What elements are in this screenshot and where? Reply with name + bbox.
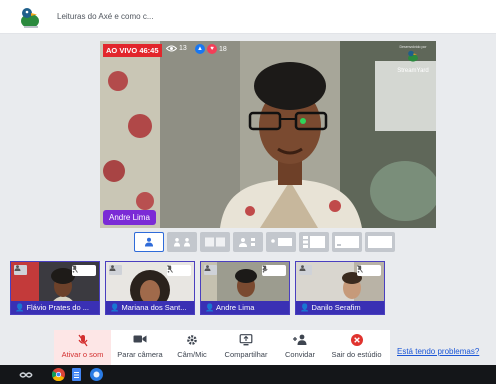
- viewer-count-value: 13: [179, 45, 187, 52]
- close-circle-icon: [350, 334, 363, 346]
- streamyard-logo[interactable]: [18, 6, 44, 30]
- two-people-icon: [174, 238, 190, 247]
- watermark-by: Desenvolvido por: [399, 45, 427, 49]
- participant-tile[interactable]: 👤 Flávio Prates do ...: [10, 261, 100, 315]
- leave-label: Sair do estúdio: [331, 350, 382, 359]
- participant-controls[interactable]: [72, 265, 96, 276]
- more-options-icon[interactable]: [262, 265, 265, 273]
- participant-name: 👤 Andre Lima: [201, 301, 289, 314]
- participant-name: 👤 Flávio Prates do ...: [11, 301, 99, 314]
- participant-controls[interactable]: [167, 265, 191, 276]
- live-timer-badge: AO VIVO 46:45: [103, 44, 162, 57]
- gear-icon: [187, 335, 197, 345]
- streamyard-bird-icon: [408, 50, 418, 62]
- add-to-stage-icon[interactable]: [204, 265, 217, 275]
- os-taskbar: [0, 365, 496, 384]
- watermark-brand: StreamYard: [397, 68, 429, 74]
- stop-camera-label: Parar câmera: [117, 350, 163, 359]
- layout-group-button[interactable]: [167, 232, 197, 252]
- screen-share-icon: [239, 334, 253, 346]
- reaction-count: ▲ ♥ 18: [195, 44, 227, 54]
- cam-mic-label: Câm/Mic: [177, 350, 207, 359]
- layout-side-button[interactable]: [233, 232, 263, 252]
- layout-fullscreen-button[interactable]: [332, 232, 362, 252]
- participant-name: 👤 Danilo Serafim: [296, 301, 384, 314]
- streamyard-watermark: Desenvolvido por StreamYard: [393, 45, 433, 74]
- host-name-tag: Andre Lima: [103, 210, 156, 225]
- invite-label: Convidar: [284, 350, 315, 359]
- more-options-icon[interactable]: [357, 265, 360, 273]
- layout-blank-button[interactable]: [365, 232, 395, 252]
- unmute-button[interactable]: Ativar o som: [54, 330, 111, 365]
- layout-solo-button[interactable]: [134, 232, 164, 252]
- viewer-count: 13: [166, 45, 187, 52]
- trouble-help-link[interactable]: Está tendo problemas?: [397, 347, 479, 356]
- layout-screen-button[interactable]: [266, 232, 296, 252]
- stop-camera-button[interactable]: Parar câmera: [111, 330, 169, 365]
- blank-layout-icon: [368, 236, 392, 248]
- participant-tile[interactable]: 👤 Mariana dos Sant...: [105, 261, 195, 315]
- broadcast-stage[interactable]: AO VIVO 46:45 13 ▲ ♥ 18 Desenvolvido por…: [100, 41, 436, 228]
- camera-icon: [133, 335, 147, 343]
- participant-name: 👤 Mariana dos Sant...: [106, 301, 194, 314]
- invite-button[interactable]: Convidar: [277, 330, 323, 365]
- broadcast-title[interactable]: Leituras do Axé e como c...: [57, 12, 154, 21]
- add-to-stage-icon[interactable]: [109, 265, 122, 275]
- leave-studio-button[interactable]: Sair do estúdio: [323, 330, 390, 365]
- camera-feed: [100, 41, 436, 228]
- pip-layout-icon: [303, 236, 325, 248]
- side-layout-icon: [239, 238, 255, 247]
- more-options-icon[interactable]: [72, 265, 75, 273]
- docs-icon[interactable]: [70, 368, 83, 381]
- eye-icon: [166, 45, 177, 52]
- add-person-icon: [293, 334, 307, 345]
- share-screen-button[interactable]: Compartilhar: [215, 330, 277, 365]
- person-icon: [145, 237, 153, 247]
- cam-mic-settings-button[interactable]: Câm/Mic: [169, 330, 215, 365]
- studio-controls: Ativar o som Parar câmera Câm/Mic Compar…: [54, 330, 390, 365]
- heart-icon: ♥: [207, 44, 217, 54]
- share-label: Compartilhar: [224, 350, 268, 359]
- layout-pip-button[interactable]: [299, 232, 329, 252]
- add-to-stage-icon[interactable]: [14, 265, 27, 275]
- participant-tile[interactable]: 👤 Andre Lima: [200, 261, 290, 315]
- participant-controls[interactable]: [262, 265, 286, 276]
- layout-selector: [134, 232, 395, 253]
- add-to-stage-icon[interactable]: [299, 265, 312, 275]
- like-icon: ▲: [195, 44, 205, 54]
- layout-leader-button[interactable]: [200, 232, 230, 252]
- grid-people-icon: [205, 237, 225, 247]
- more-options-icon[interactable]: [167, 265, 170, 273]
- top-bar: Leituras do Axé e como c...: [0, 0, 496, 34]
- unmute-label: Ativar o som: [61, 350, 104, 359]
- browser-icon[interactable]: [90, 368, 103, 381]
- launcher-icon[interactable]: [18, 368, 34, 381]
- full-screen-layout-icon: [335, 236, 359, 248]
- participant-controls[interactable]: [357, 265, 381, 276]
- screen-layout-icon: [271, 238, 292, 246]
- chrome-icon[interactable]: [52, 368, 65, 381]
- mic-off-icon: [77, 334, 88, 347]
- reaction-count-value: 18: [219, 45, 227, 53]
- participant-tile[interactable]: 👤 Danilo Serafim: [295, 261, 385, 315]
